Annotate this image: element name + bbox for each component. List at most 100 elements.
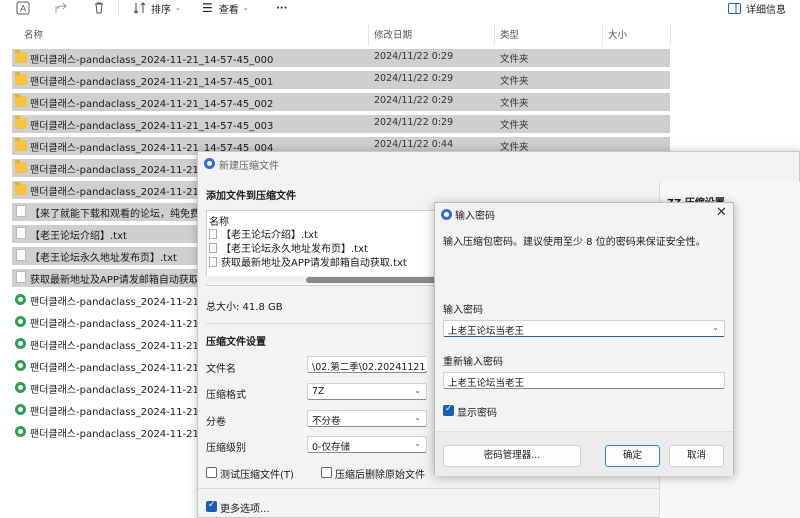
file-name: 팬더클래스-pandaclass_2024-11-21_14- bbox=[30, 341, 221, 352]
level-select[interactable]: 0-仅存储 ⌄ bbox=[307, 436, 427, 453]
file-row[interactable]: 팬더클래스-pandaclass_2024-11-21_14-57-45_001… bbox=[12, 71, 670, 89]
archive-icon bbox=[15, 426, 26, 437]
details-pane-icon bbox=[728, 2, 741, 14]
text-file-icon bbox=[209, 243, 217, 253]
split-label: 分卷 bbox=[206, 417, 226, 428]
horizontal-scrollbar[interactable] bbox=[206, 276, 442, 284]
file-list-box[interactable]: 名称 【老王论坛介绍】.txt 【老王论坛永久地址发布页】.txt 获取最新地址及A… bbox=[206, 210, 442, 286]
archive-icon bbox=[15, 294, 26, 305]
archive-item-name: 获取最新地址及APP请发邮箱自动获取.txt bbox=[221, 258, 407, 269]
more-options-label[interactable]: 更多选项... bbox=[220, 500, 270, 515]
folder-icon bbox=[15, 50, 27, 63]
sort-label: 排序 bbox=[151, 4, 171, 16]
sort-button[interactable]: 排序 ⌄ bbox=[133, 0, 181, 16]
file-name: 获取最新地址及APP请发邮箱自动获取.t bbox=[30, 275, 207, 286]
file-type: 文件夹 bbox=[500, 76, 529, 87]
archive-icon bbox=[15, 338, 26, 349]
file-name: 팬더클래스-pandaclass_2024-11-21_14- bbox=[30, 385, 221, 396]
password-manager-button[interactable]: 密码管理器... bbox=[443, 445, 581, 467]
compress-dialog-titlebar[interactable]: 新建压缩文件 bbox=[198, 152, 799, 176]
test-archive-label: 测试压缩文件(T) bbox=[220, 470, 294, 481]
file-name: 【来了就能下载和观看的论坛，纯免费! bbox=[30, 209, 205, 220]
password-dialog: 输入密码 ✕ 输入压缩包密码。建议使用至少 8 位的密码来保证安全性。 输入密码… bbox=[434, 202, 734, 476]
file-name: 팬더클래스-pandaclass_2024-11-21_14- bbox=[30, 429, 221, 440]
show-password-checkbox[interactable] bbox=[443, 404, 454, 416]
close-icon[interactable]: ✕ bbox=[716, 205, 727, 220]
column-header-size[interactable]: 大小 bbox=[608, 27, 627, 43]
share-icon[interactable] bbox=[54, 0, 68, 16]
text-file-icon bbox=[16, 271, 26, 283]
more-options-checkbox[interactable] bbox=[206, 500, 217, 512]
details-pane-button[interactable]: 详细信息 bbox=[728, 0, 786, 16]
text-file-icon bbox=[16, 249, 26, 261]
column-divider bbox=[494, 24, 495, 46]
column-divider bbox=[670, 24, 671, 46]
toolbar-divider bbox=[118, 2, 119, 15]
file-name: 【老王论坛介绍】.txt bbox=[30, 231, 127, 242]
compress-dialog-title: 新建压缩文件 bbox=[219, 161, 279, 172]
settings-heading: 压缩文件设置 bbox=[206, 337, 266, 348]
ok-button[interactable]: 确定 bbox=[605, 445, 660, 467]
file-name: 팬더클래스-pandaclass_2024-11-21_14- bbox=[30, 319, 221, 330]
format-select[interactable]: 7Z ⌄ bbox=[307, 383, 427, 400]
split-select[interactable]: 不分卷 ⌄ bbox=[307, 410, 427, 427]
delete-after-label: 压缩后删除原始文件 bbox=[335, 470, 425, 481]
delete-icon[interactable] bbox=[92, 0, 106, 16]
archive-icon bbox=[15, 404, 26, 415]
column-divider bbox=[368, 24, 369, 46]
app-icon bbox=[204, 158, 215, 169]
rename-icon[interactable]: A bbox=[16, 0, 30, 16]
cancel-button[interactable]: 取消 bbox=[669, 445, 724, 467]
chevron-down-icon: ⌄ bbox=[242, 4, 249, 12]
filename-field[interactable]: \02.第二季\02.20241121_第 bbox=[307, 356, 427, 373]
file-date: 2024/11/22 0:29 bbox=[374, 117, 454, 128]
file-date: 2024/11/22 0:44 bbox=[374, 139, 454, 150]
view-button[interactable]: ☰ 查看 ⌄ bbox=[202, 0, 249, 16]
test-archive-checkbox[interactable] bbox=[206, 467, 217, 478]
column-header-type[interactable]: 类型 bbox=[500, 27, 519, 43]
file-name: 팬더클래스-pandaclass_2024-11-21_14-57-45_000 bbox=[30, 55, 274, 66]
archive-icon bbox=[15, 316, 26, 327]
text-file-icon bbox=[16, 205, 26, 217]
file-type: 文件夹 bbox=[500, 120, 529, 131]
scrollbar-thumb[interactable] bbox=[306, 277, 442, 283]
total-size: 总大小: 41.8 GB bbox=[206, 302, 283, 313]
reenter-password-input[interactable]: 上老王论坛当老王 bbox=[443, 372, 725, 389]
format-label: 压缩格式 bbox=[206, 390, 246, 401]
view-label: 查看 bbox=[218, 4, 239, 16]
show-password-label: 显示密码 bbox=[457, 408, 497, 419]
chevron-down-icon: ⌄ bbox=[414, 386, 421, 395]
file-row[interactable]: 팬더클래스-pandaclass_2024-11-21_14-57-45_002… bbox=[12, 93, 670, 111]
file-name: 팬더클래스-pandaclass_2024-11-21_14- bbox=[30, 297, 221, 308]
chevron-down-icon: ⌄ bbox=[414, 439, 421, 448]
chevron-down-icon: ⌄ bbox=[712, 323, 719, 332]
file-row[interactable]: 팬더클래스-pandaclass_2024-11-21_14-57-45_003… bbox=[12, 115, 670, 133]
file-row[interactable]: 팬더클래스-pandaclass_2024-11-21_14-57-45_000… bbox=[12, 49, 670, 67]
explorer-toolbar: A 排序 ⌄ ☰ 查看 ⌄ ··· 详细信息 bbox=[0, 0, 800, 22]
archive-list-item[interactable]: 【老王论坛介绍】.txt bbox=[209, 226, 318, 241]
file-name: 팬더클래스-pandaclass_2024-11-21_14-57-45_002 bbox=[30, 99, 274, 110]
password-label: 输入密码 bbox=[443, 305, 483, 316]
file-name: 팬더클래스-pandaclass_2024-11-21_14- bbox=[30, 407, 221, 418]
delete-after-checkbox[interactable] bbox=[321, 467, 332, 478]
more-options-button[interactable]: ··· bbox=[276, 0, 287, 16]
column-header-date[interactable]: 修改日期 bbox=[374, 27, 412, 43]
text-file-icon bbox=[16, 227, 26, 239]
folder-icon bbox=[15, 160, 27, 173]
archive-list-item[interactable]: 【老王论坛永久地址发布页】.txt bbox=[209, 240, 368, 255]
file-name: 【老王论坛永久地址发布页】.txt bbox=[30, 253, 177, 264]
chevron-down-icon: ⌄ bbox=[175, 4, 181, 12]
file-name: 팬더클래스-pandaclass_2024-11-21_14- bbox=[30, 165, 221, 176]
folder-icon bbox=[15, 138, 27, 151]
column-header-name[interactable]: 名称 bbox=[24, 27, 43, 43]
folder-icon bbox=[15, 94, 27, 107]
archive-list-item[interactable]: 获取最新地址及APP请发邮箱自动获取.txt bbox=[209, 254, 407, 269]
archive-icon bbox=[15, 360, 26, 371]
file-date: 2024/11/22 0:29 bbox=[374, 51, 454, 62]
password-instruction: 输入压缩包密码。建议使用至少 8 位的密码来保证安全性。 bbox=[443, 237, 706, 248]
password-input[interactable]: 上老王论坛当老王 ⌄ bbox=[443, 320, 725, 337]
chevron-down-icon: ⌄ bbox=[414, 413, 421, 422]
archive-icon bbox=[15, 382, 26, 393]
file-date: 2024/11/22 0:29 bbox=[374, 95, 454, 106]
file-name: 팬더클래스-pandaclass_2024-11-21_14- bbox=[30, 187, 221, 198]
